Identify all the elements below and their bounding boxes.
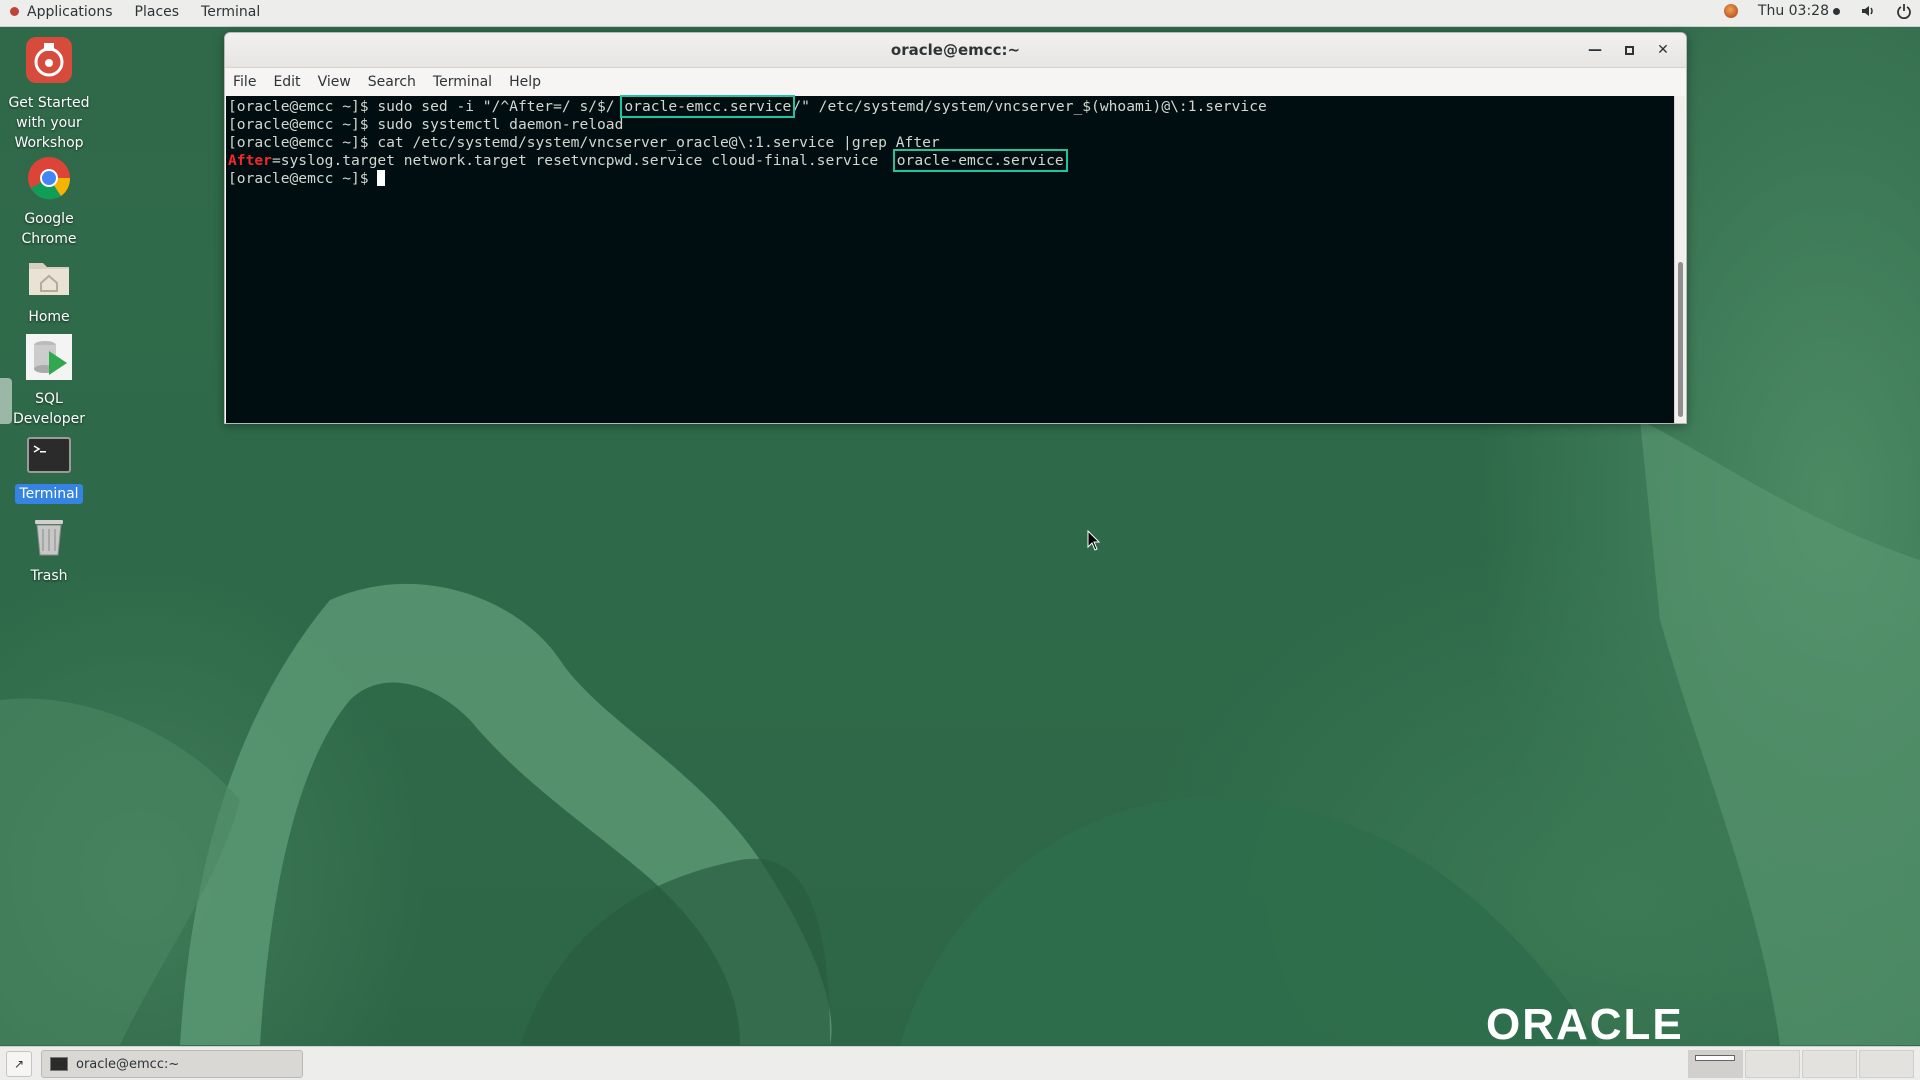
desktop-icon-trash[interactable]: Trash xyxy=(0,512,98,586)
desktop-icon-label: Trash xyxy=(30,568,68,584)
terminal-icon xyxy=(50,1057,68,1071)
highlighted-service-name: oracle-emcc.service xyxy=(620,95,796,118)
power-icon[interactable] xyxy=(1896,3,1912,20)
minimize-button[interactable]: — xyxy=(1578,37,1612,65)
menu-terminal[interactable]: Terminal xyxy=(433,74,492,90)
side-panel-handle[interactable] xyxy=(0,378,12,424)
workshop-icon xyxy=(0,35,98,91)
desktop-icon-home[interactable]: Home xyxy=(0,253,98,327)
highlighted-service-name: oracle-emcc.service xyxy=(892,149,1068,172)
scrollbar-thumb[interactable] xyxy=(1678,262,1683,417)
terminal-icon xyxy=(0,436,98,482)
window-titlebar[interactable]: oracle@emcc:~ — ✕ xyxy=(225,33,1686,68)
workspace-window-preview xyxy=(1695,1055,1735,1061)
terminal-scrollbar[interactable] xyxy=(1674,96,1685,423)
workspace-4[interactable] xyxy=(1859,1050,1914,1078)
menu-file[interactable]: File xyxy=(233,74,256,90)
applications-icon xyxy=(10,7,19,16)
menu-edit[interactable]: Edit xyxy=(273,74,300,90)
terminal-menubar: File Edit View Search Terminal Help xyxy=(225,68,1686,96)
close-icon: ✕ xyxy=(1657,42,1669,58)
oracle-logo: ORACLE xyxy=(1486,1000,1684,1049)
trash-icon xyxy=(0,512,98,564)
workspace-2[interactable] xyxy=(1745,1050,1800,1078)
terminal-output[interactable]: [oracle@emcc ~]$ sudo sed -i "/^After=/ … xyxy=(226,95,1676,423)
desktop-icon-terminal[interactable]: Terminal xyxy=(0,436,98,504)
maximize-icon xyxy=(1624,46,1634,55)
terminal-line: [oracle@emcc ~]$ cat /etc/systemd/system… xyxy=(228,134,940,151)
top-panel: Applications Places Terminal Thu 03:28 xyxy=(0,0,1920,27)
workspace-1[interactable] xyxy=(1688,1050,1743,1078)
menu-view[interactable]: View xyxy=(318,74,351,90)
desktop-icon-label: Terminal xyxy=(15,484,83,504)
desktop-icon-label: Get Started with your Workshop xyxy=(8,95,90,151)
show-desktop-button[interactable]: ↗ xyxy=(6,1051,32,1077)
bottom-panel: ↗ oracle@emcc:~ xyxy=(0,1046,1920,1080)
taskbar-window-button[interactable]: oracle@emcc:~ xyxy=(41,1050,303,1078)
applications-menu[interactable]: Applications xyxy=(10,4,113,20)
sql-developer-icon xyxy=(0,333,98,387)
mouse-pointer-icon xyxy=(1087,530,1101,551)
workspace-switcher xyxy=(1686,1050,1914,1078)
desktop-icon-label: Google Chrome xyxy=(21,211,77,247)
grep-match: After xyxy=(228,152,272,169)
notification-dot-icon xyxy=(1833,7,1840,15)
close-button[interactable]: ✕ xyxy=(1646,37,1680,65)
volume-icon[interactable] xyxy=(1860,3,1876,19)
status-indicator-icon[interactable] xyxy=(1723,4,1738,18)
minimize-icon: — xyxy=(1588,42,1602,58)
show-desktop-icon: ↗ xyxy=(13,1057,25,1071)
desktop-icon-label: SQL Developer xyxy=(12,391,85,427)
terminal-app-menu[interactable]: Terminal xyxy=(201,4,260,20)
taskbar-window-label: oracle@emcc:~ xyxy=(76,1056,180,1072)
chrome-icon xyxy=(0,155,98,207)
window-controls: — ✕ xyxy=(1578,33,1680,68)
terminal-window[interactable]: oracle@emcc:~ — ✕ File Edit View Search … xyxy=(224,32,1687,424)
text-cursor xyxy=(377,170,386,186)
window-title: oracle@emcc:~ xyxy=(890,41,1021,59)
terminal-line: [oracle@emcc ~]$ xyxy=(228,170,1676,188)
clock[interactable]: Thu 03:28 xyxy=(1758,3,1840,19)
menu-search[interactable]: Search xyxy=(368,74,416,90)
places-menu[interactable]: Places xyxy=(135,4,180,20)
home-folder-icon xyxy=(0,253,98,305)
desktop-icon-label: Home xyxy=(28,309,70,325)
desktop-icon-get-started[interactable]: Get Started with your Workshop xyxy=(0,35,98,153)
menu-help[interactable]: Help xyxy=(509,74,541,90)
desktop-icon-google-chrome[interactable]: Google Chrome xyxy=(0,155,98,249)
system-tray: Thu 03:28 xyxy=(1704,3,1912,20)
maximize-button[interactable] xyxy=(1612,37,1646,65)
terminal-line: [oracle@emcc ~]$ sudo sed -i "/^After=/ … xyxy=(228,95,1267,118)
workspace-3[interactable] xyxy=(1802,1050,1857,1078)
desktop-icon-sql-developer[interactable]: SQL Developer xyxy=(0,333,98,429)
terminal-line: [oracle@emcc ~]$ sudo systemctl daemon-r… xyxy=(228,116,624,133)
terminal-line: After=syslog.target network.target reset… xyxy=(228,149,1068,172)
top-menu: Applications Places Terminal xyxy=(10,4,282,20)
